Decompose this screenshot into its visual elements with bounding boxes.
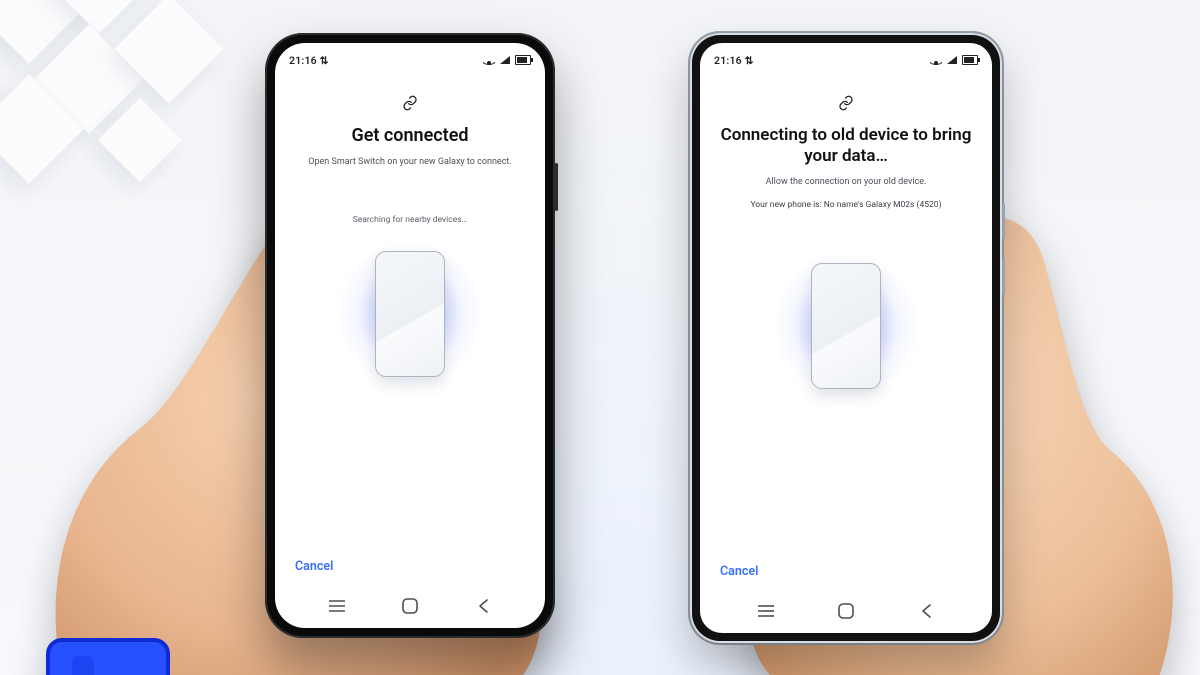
status-bar: 21:16 ⇅ [700, 43, 992, 71]
phone-right: 21:16 ⇅ Connecting to old device to brin… [690, 33, 1002, 643]
wifi-icon [483, 56, 495, 65]
link-icon [838, 95, 854, 115]
searching-text: Searching for nearby devices… [353, 215, 468, 225]
status-indicator: ⇅ [320, 54, 329, 67]
device-search-graphic [771, 251, 921, 401]
screen-right: 21:16 ⇅ Connecting to old device to brin… [700, 43, 992, 633]
screen-left: 21:16 ⇅ Get connected Open Smart Switch … [275, 43, 545, 628]
wifi-icon [930, 56, 942, 65]
phone-left: 21:16 ⇅ Get connected Open Smart Switch … [265, 33, 555, 638]
recents-icon[interactable] [746, 597, 786, 625]
battery-icon [962, 55, 978, 65]
signal-icon [947, 56, 957, 64]
back-icon[interactable] [906, 597, 946, 625]
page-subtitle: Allow the connection on your old device. [766, 176, 927, 189]
home-icon[interactable] [390, 592, 430, 620]
device-outline-icon [375, 251, 445, 377]
content-area: Connecting to old device to bring your d… [700, 71, 992, 550]
status-bar: 21:16 ⇅ [275, 43, 545, 71]
recents-icon[interactable] [317, 592, 357, 620]
device-outline-icon [811, 263, 881, 389]
content-area: Get connected Open Smart Switch on your … [275, 71, 545, 545]
android-nav-bar [275, 588, 545, 628]
page-subtitle: Open Smart Switch on your new Galaxy to … [308, 156, 511, 169]
status-time: 21:16 [289, 54, 317, 67]
cancel-button[interactable]: Cancel [720, 564, 758, 579]
stage: 21:16 ⇅ Get connected Open Smart Switch … [0, 0, 1200, 675]
cancel-button[interactable]: Cancel [295, 559, 333, 574]
page-title: Connecting to old device to bring your d… [718, 125, 974, 168]
device-search-graphic [335, 239, 485, 389]
android-nav-bar [700, 593, 992, 633]
battery-icon [515, 55, 531, 65]
signal-icon [500, 56, 510, 64]
action-bar: Cancel [700, 550, 992, 593]
status-indicator: ⇅ [745, 54, 754, 67]
device-name-line: Your new phone is: No name's Galaxy M02s… [750, 199, 941, 211]
link-icon [402, 95, 418, 115]
status-time: 21:16 [714, 54, 742, 67]
page-title: Get connected [351, 125, 468, 148]
home-icon[interactable] [826, 597, 866, 625]
back-icon[interactable] [463, 592, 503, 620]
action-bar: Cancel [275, 545, 545, 588]
